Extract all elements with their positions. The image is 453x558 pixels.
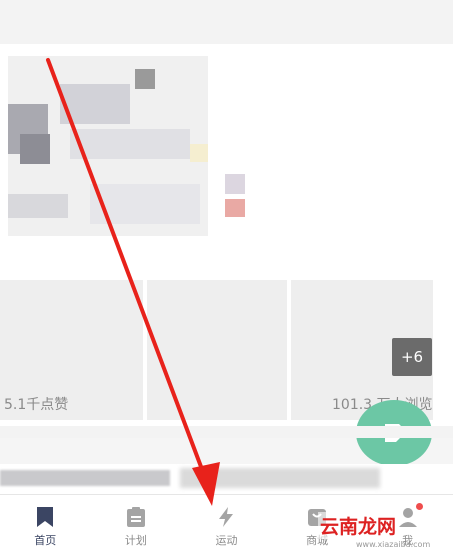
notification-dot (415, 503, 423, 510)
watermark-text: 云南龙网 (318, 512, 399, 539)
clipboard-icon (126, 506, 145, 527)
watermark-url: www.xiazaiba.com (356, 540, 431, 549)
tab-plan-label: 计划 (124, 533, 147, 547)
like-count: 5.1千点赞 (4, 397, 69, 413)
more-images-badge[interactable]: +6 (392, 338, 432, 376)
profile-icon (398, 507, 417, 527)
next-post-preview[interactable] (0, 464, 453, 494)
section-divider (0, 426, 453, 438)
tab-sport-label: 运动 (215, 533, 238, 547)
tab-home[interactable]: 首页 (0, 495, 91, 558)
tab-plan[interactable]: 计划 (91, 495, 182, 558)
post-card[interactable] (0, 44, 453, 426)
lightning-icon (219, 506, 234, 527)
thumbnail-2[interactable] (147, 280, 287, 420)
bookmark-icon (37, 506, 54, 527)
tab-sport[interactable]: 运动 (181, 495, 272, 558)
tab-home-label: 首页 (34, 533, 57, 547)
top-band (0, 0, 453, 44)
